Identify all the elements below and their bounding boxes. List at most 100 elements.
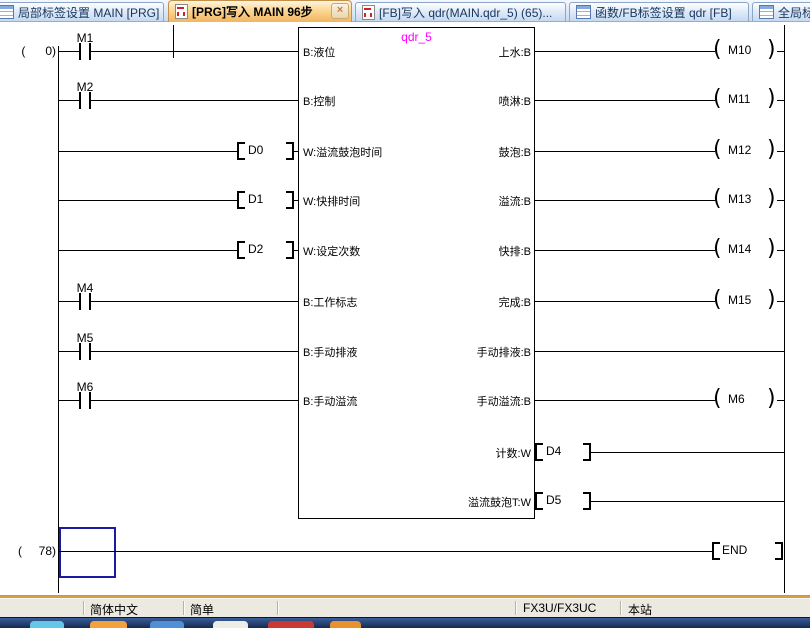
operand-label[interactable]: D4 xyxy=(546,444,580,458)
contact-bar[interactable] xyxy=(79,392,81,409)
fb-output-pin-label[interactable]: 溢流鼓泡T:W xyxy=(468,494,531,510)
fb-output-pin-label[interactable]: 手动溢流:B xyxy=(477,393,531,409)
status-plc-type: FX3U/FX3UC xyxy=(523,601,596,615)
fb-output-pin-label[interactable]: 喷淋:B xyxy=(499,93,531,109)
coil-paren-close: ) xyxy=(767,389,776,409)
contact-label[interactable]: M2 xyxy=(70,80,100,94)
fb-input-pin-label[interactable]: B:工作标志 xyxy=(303,294,357,310)
rung-wire xyxy=(58,151,237,152)
contact-bar[interactable] xyxy=(89,293,91,310)
operand-label[interactable]: D5 xyxy=(546,493,580,507)
status-divider xyxy=(620,601,621,615)
rung-wire xyxy=(777,200,784,201)
close-tab-button[interactable]: × xyxy=(331,3,349,19)
contact-bar[interactable] xyxy=(89,92,91,109)
contact-bar[interactable] xyxy=(79,92,81,109)
fb-output-pin-label[interactable]: 上水:B xyxy=(499,44,531,60)
coil-label[interactable]: M13 xyxy=(728,192,770,206)
tab-4[interactable]: 函数/FB标签设置 qdr [FB] xyxy=(569,2,749,21)
step-number: ( 0) xyxy=(4,44,56,58)
fb-output-pin-label[interactable]: 鼓泡:B xyxy=(499,144,531,160)
end-instruction[interactable]: END xyxy=(722,543,762,557)
fb-instance-title: qdr_5 xyxy=(299,30,534,44)
operand-bracket-close xyxy=(286,142,294,160)
rung-wire xyxy=(58,551,712,552)
rung-wire xyxy=(535,250,715,251)
contact-bar[interactable] xyxy=(89,343,91,360)
contact-label[interactable]: M5 xyxy=(70,331,100,345)
fb-input-pin-label[interactable]: W:溢流鼓泡时间 xyxy=(303,144,382,160)
coil-label[interactable]: M11 xyxy=(728,92,770,106)
coil-paren-open: ( xyxy=(713,89,722,109)
contact-label[interactable]: M6 xyxy=(70,380,100,394)
ladder-editor[interactable]: qdr_5 B:液位 B:控制 W:溢流鼓泡时间 W:快排时间 W:设定次数 B:工作标志… xyxy=(0,22,810,597)
operand-label[interactable]: D0 xyxy=(248,143,284,157)
coil-label[interactable]: M12 xyxy=(728,143,770,157)
document-tab-bar: × 局部标签设置 MAIN [PRG][PRG]写入 MAIN 96步[FB]写… xyxy=(0,0,810,22)
rung-wire xyxy=(535,400,715,401)
rung-wire xyxy=(535,100,715,101)
tab-3[interactable]: [FB]写入 qdr(MAIN.qdr_5) (65)... xyxy=(355,2,566,21)
rung-wire xyxy=(777,250,784,251)
selection-cursor[interactable] xyxy=(59,527,116,578)
operand-bracket-open xyxy=(237,142,245,160)
contact-bar[interactable] xyxy=(79,43,81,60)
operand-bracket-close xyxy=(286,241,294,259)
rung-wire xyxy=(91,51,298,52)
operand-bracket-open xyxy=(535,443,543,461)
tab-label: 全局标 xyxy=(778,4,810,21)
coil-paren-close: ) xyxy=(767,140,776,160)
operand-label[interactable]: D1 xyxy=(248,192,284,206)
contact-label[interactable]: M1 xyxy=(70,31,100,45)
taskbar-icon-4[interactable] xyxy=(213,621,248,628)
contact-bar[interactable] xyxy=(89,43,91,60)
fb-output-pin-label[interactable]: 完成:B xyxy=(499,294,531,310)
tab-1[interactable]: 局部标签设置 MAIN [PRG] xyxy=(0,2,164,21)
taskbar-icon-5[interactable] xyxy=(268,621,314,628)
fb-output-pin-label[interactable]: 快排:B xyxy=(499,243,531,259)
coil-paren-open: ( xyxy=(713,40,722,60)
fb-output-pin-label[interactable]: 手动排液:B xyxy=(477,344,531,360)
rung-wire xyxy=(58,400,79,401)
fb-input-pin-label[interactable]: B:手动排液 xyxy=(303,344,357,360)
taskbar-icon-6[interactable] xyxy=(330,621,361,628)
ladder-program-icon xyxy=(362,5,375,20)
fb-output-pin-label[interactable]: 计数:W xyxy=(496,445,531,461)
coil-label[interactable]: M15 xyxy=(728,293,770,307)
operand-bracket-close xyxy=(583,492,591,510)
status-station: 本站 xyxy=(628,601,652,618)
taskbar-icon-1[interactable] xyxy=(30,621,64,628)
label-table-icon xyxy=(759,5,774,19)
taskbar-icon-2[interactable] xyxy=(90,621,127,628)
tab-5[interactable]: 全局标 xyxy=(752,2,810,21)
rung-wire xyxy=(535,351,784,352)
status-mode: 简单 xyxy=(190,601,214,618)
operand-bracket-open xyxy=(237,241,245,259)
fb-input-pin-label[interactable]: B:手动溢流 xyxy=(303,393,357,409)
contact-bar[interactable] xyxy=(79,293,81,310)
fb-input-pin-label[interactable]: B:液位 xyxy=(303,44,335,60)
rung-wire xyxy=(91,301,298,302)
coil-label[interactable]: M6 xyxy=(728,392,770,406)
contact-bar[interactable] xyxy=(79,343,81,360)
contact-bar[interactable] xyxy=(89,392,91,409)
coil-label[interactable]: M14 xyxy=(728,242,770,256)
tab-2[interactable]: [PRG]写入 MAIN 96步 xyxy=(168,0,352,22)
operand-bracket-open xyxy=(237,191,245,209)
ladder-program-icon xyxy=(175,4,188,19)
contact-label[interactable]: M4 xyxy=(70,281,100,295)
fb-output-pin-label[interactable]: 溢流:B xyxy=(499,193,531,209)
fb-input-pin-label[interactable]: W:快排时间 xyxy=(303,193,360,209)
fb-block-qdr5[interactable]: qdr_5 B:液位 B:控制 W:溢流鼓泡时间 W:快排时间 W:设定次数 B:工作标志… xyxy=(298,27,535,519)
rung-wire xyxy=(91,400,298,401)
windows-taskbar xyxy=(0,617,810,628)
fb-input-pin-label[interactable]: B:控制 xyxy=(303,93,335,109)
taskbar-icon-3[interactable] xyxy=(150,621,184,628)
left-power-rail xyxy=(58,46,59,593)
fb-input-pin-label[interactable]: W:设定次数 xyxy=(303,243,360,259)
rung-wire xyxy=(294,151,298,152)
coil-label[interactable]: M10 xyxy=(728,43,770,57)
operand-bracket-close xyxy=(286,191,294,209)
rung-wire xyxy=(58,100,79,101)
operand-label[interactable]: D2 xyxy=(248,242,284,256)
